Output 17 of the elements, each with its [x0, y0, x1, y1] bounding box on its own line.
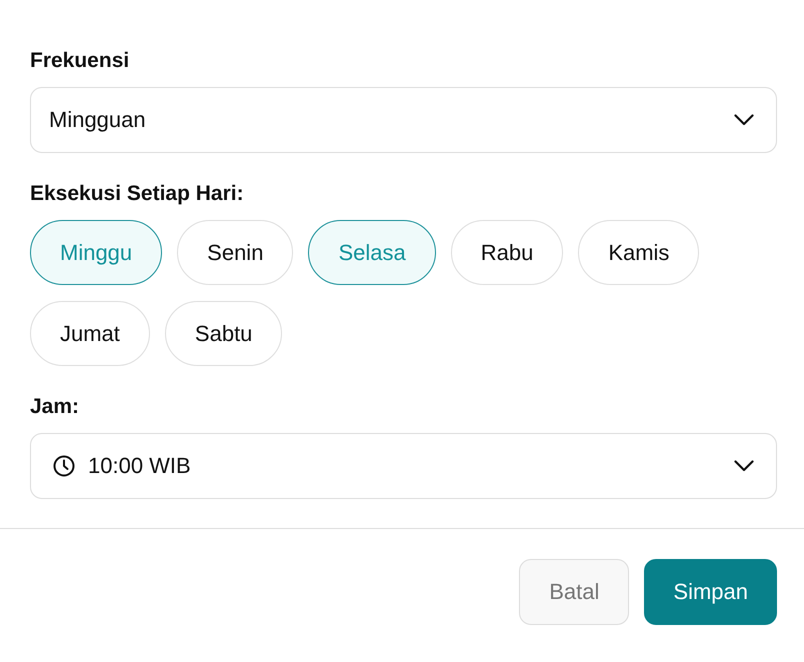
time-label: Jam: — [30, 394, 80, 420]
day-chip[interactable]: Jumat — [30, 301, 150, 366]
day-chip[interactable]: Kamis — [578, 220, 700, 285]
days-label: Eksekusi Setiap Hari: — [30, 181, 244, 207]
day-chip[interactable]: Senin — [177, 220, 294, 285]
day-chip[interactable]: Selasa — [308, 220, 436, 285]
save-button[interactable]: Simpan — [644, 559, 777, 625]
clock-icon — [53, 455, 75, 477]
cancel-button[interactable]: Batal — [519, 559, 630, 625]
day-chip[interactable]: Minggu — [30, 220, 162, 285]
frequency-label: Frekuensi — [30, 48, 130, 74]
time-dropdown[interactable]: 10:00 WIB — [30, 433, 777, 499]
day-chip[interactable]: Sabtu — [164, 301, 282, 366]
chevron-down-icon — [734, 460, 754, 472]
chevron-down-icon — [734, 114, 754, 126]
day-chip[interactable]: Rabu — [450, 220, 564, 285]
frequency-dropdown[interactable]: Mingguan — [30, 87, 777, 153]
